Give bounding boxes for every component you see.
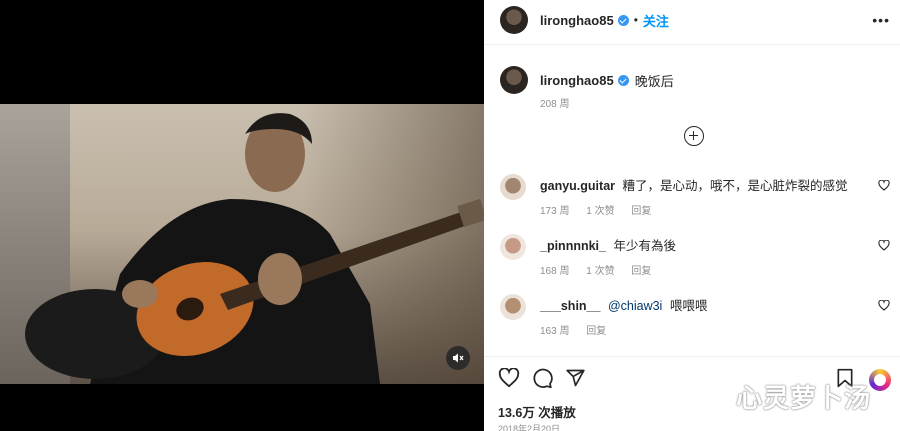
author-avatar[interactable]: [500, 6, 528, 34]
comment-text: 年少有為後: [613, 239, 676, 253]
reply-button[interactable]: 回复: [631, 266, 651, 277]
muted-speaker-icon: [453, 353, 464, 363]
caption-username[interactable]: lironghao85: [540, 73, 614, 88]
comment-meta: 163 周 回复: [540, 322, 620, 337]
comment-time: 163 周: [540, 326, 570, 337]
watermark-logo-icon: [869, 369, 891, 391]
comment-time: 173 周: [540, 206, 570, 217]
comment-time: 168 周: [540, 266, 570, 277]
watermark-text: 心灵萝卜汤: [736, 383, 872, 413]
more-options-icon[interactable]: •••: [872, 12, 890, 28]
actions-divider: [484, 356, 900, 357]
comment-likes[interactable]: 1 次赞: [586, 206, 614, 217]
comment-likes[interactable]: 1 次赞: [586, 266, 614, 277]
verified-badge-icon: [617, 74, 629, 86]
video-frame[interactable]: [0, 104, 484, 384]
post-header: lironghao85 • 关注 •••: [500, 6, 890, 34]
comment-text: 喂喂喂: [669, 299, 708, 313]
guitarist-figure: [25, 113, 484, 384]
commenter-username[interactable]: ___shin__: [540, 299, 600, 313]
comment-line: _pinnnnki_ 年少有為後: [540, 235, 676, 254]
comment-item: _pinnnnki_ 年少有為後 168 周 1 次赞 回复: [500, 234, 890, 284]
video-area[interactable]: [0, 0, 484, 431]
verified-badge-icon: [617, 14, 629, 26]
comment-meta: 168 周 1 次赞 回复: [540, 262, 665, 277]
commenter-avatar[interactable]: [500, 294, 526, 320]
comment-line: ___shin__ @chiaw3i 喂喂喂: [540, 295, 707, 314]
comment-item: ___shin__ @chiaw3i 喂喂喂 163 周 回复: [500, 294, 890, 344]
caption-timestamp: 208 周: [540, 99, 570, 110]
comment-text: 糟了，是心动，哦不，是心脏炸裂的感觉: [622, 179, 848, 193]
commenter-avatar[interactable]: [500, 174, 526, 200]
heart-icon[interactable]: [878, 300, 890, 311]
commenter-username[interactable]: ganyu.guitar: [540, 179, 615, 193]
commenter-avatar[interactable]: [500, 234, 526, 260]
comment-item: ganyu.guitar 糟了，是心动，哦不，是心脏炸裂的感觉 173 周 1 …: [500, 174, 890, 224]
comment-meta: 173 周 1 次赞 回复: [540, 202, 665, 217]
heart-icon[interactable]: [878, 180, 890, 191]
add-comment-icon[interactable]: [684, 126, 704, 146]
post-panel: lironghao85 • 关注 ••• lironghao85 晚饭后 208…: [484, 0, 900, 431]
heart-icon[interactable]: [498, 368, 520, 388]
heart-icon[interactable]: [878, 240, 890, 251]
caption-avatar[interactable]: [500, 66, 528, 94]
view-count[interactable]: 13.6万 次播放: [498, 402, 576, 421]
mute-toggle[interactable]: [446, 346, 470, 370]
comment-mention[interactable]: @chiaw3i: [608, 299, 662, 313]
comment-icon[interactable]: [532, 368, 553, 389]
reply-button[interactable]: 回复: [586, 326, 606, 337]
reply-button[interactable]: 回复: [631, 206, 651, 217]
comment-line: ganyu.guitar 糟了，是心动，哦不，是心脏炸裂的感觉: [540, 175, 848, 194]
caption-text: 晚饭后: [634, 73, 674, 89]
post-caption: lironghao85 晚饭后: [500, 66, 890, 94]
post-date: 2018年2月20日: [498, 424, 561, 431]
author-username[interactable]: lironghao85: [540, 13, 614, 28]
separator-dot: •: [633, 13, 638, 27]
share-icon[interactable]: [565, 368, 586, 388]
follow-button[interactable]: 关注: [643, 11, 669, 30]
header-divider: [484, 44, 900, 45]
commenter-username[interactable]: _pinnnnki_: [540, 239, 606, 253]
